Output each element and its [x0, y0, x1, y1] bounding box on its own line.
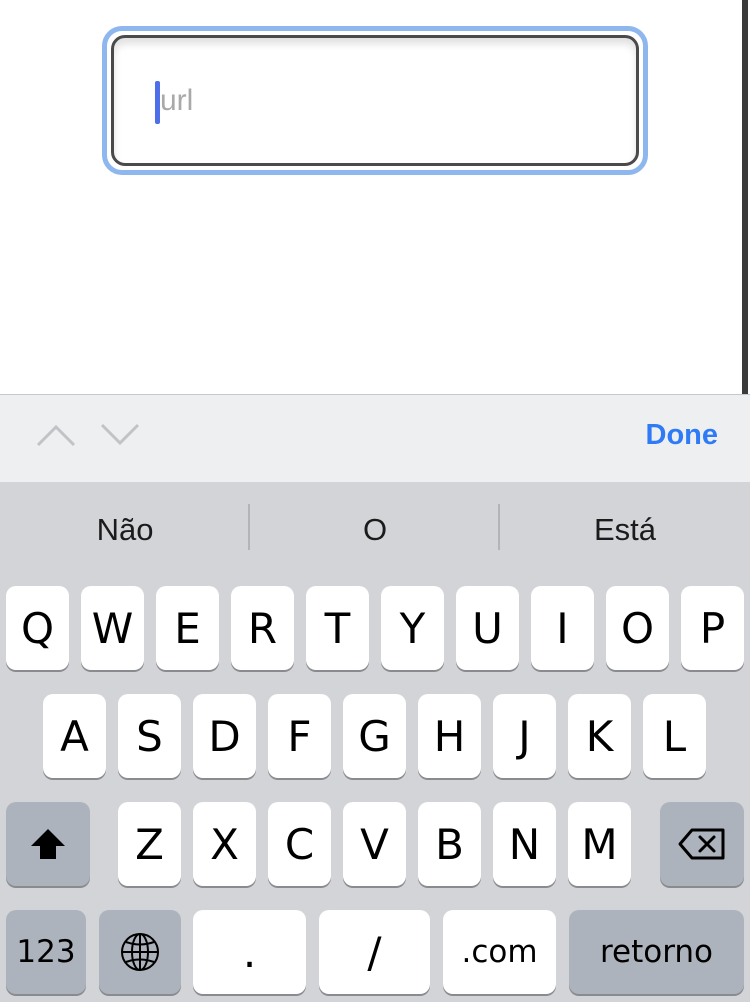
globe-key[interactable]	[99, 910, 181, 994]
key-k[interactable]: K	[568, 694, 631, 778]
key-a[interactable]: A	[43, 694, 106, 778]
shift-key[interactable]	[6, 802, 90, 886]
key-y[interactable]: Y	[381, 586, 444, 670]
url-input[interactable]: url	[111, 35, 639, 166]
suggestion-bar: Não O Está	[0, 482, 750, 582]
suggestion-item[interactable]: Está	[500, 512, 750, 548]
key-n[interactable]: N	[493, 802, 556, 886]
key-g[interactable]: G	[343, 694, 406, 778]
key-c[interactable]: C	[268, 802, 331, 886]
url-field-focus-ring: url	[102, 26, 648, 175]
numbers-key[interactable]: 123	[6, 910, 86, 994]
backspace-icon	[678, 828, 726, 860]
key-u[interactable]: U	[456, 586, 519, 670]
return-key[interactable]: retorno	[569, 910, 744, 994]
key-v[interactable]: V	[343, 802, 406, 886]
key-f[interactable]: F	[268, 694, 331, 778]
screen: url Done Não O Está Q W E R T Y U I O P	[0, 0, 750, 1002]
text-caret	[155, 81, 160, 124]
key-d[interactable]: D	[193, 694, 256, 778]
dotcom-key[interactable]: .com	[443, 910, 556, 994]
slash-key[interactable]: /	[319, 910, 430, 994]
key-e[interactable]: E	[156, 586, 219, 670]
suggestion-item[interactable]: O	[250, 512, 500, 548]
key-t[interactable]: T	[306, 586, 369, 670]
chevron-up-icon[interactable]	[34, 417, 78, 453]
suggestion-item[interactable]: Não	[0, 512, 250, 548]
key-j[interactable]: J	[493, 694, 556, 778]
chevron-down-icon[interactable]	[98, 417, 142, 453]
key-x[interactable]: X	[193, 802, 256, 886]
url-placeholder: url	[160, 83, 194, 117]
backspace-key[interactable]	[660, 802, 744, 886]
dot-key[interactable]: .	[193, 910, 306, 994]
key-z[interactable]: Z	[118, 802, 181, 886]
key-m[interactable]: M	[568, 802, 631, 886]
globe-icon	[120, 932, 160, 972]
scrollbar[interactable]	[742, 0, 748, 394]
key-l[interactable]: L	[643, 694, 706, 778]
key-w[interactable]: W	[81, 586, 144, 670]
key-b[interactable]: B	[418, 802, 481, 886]
shift-arrow-icon	[29, 827, 67, 861]
key-p[interactable]: P	[681, 586, 744, 670]
key-s[interactable]: S	[118, 694, 181, 778]
key-r[interactable]: R	[231, 586, 294, 670]
done-button[interactable]: Done	[646, 419, 719, 452]
web-content: url	[0, 0, 750, 394]
key-o[interactable]: O	[606, 586, 669, 670]
keyboard-accessory-bar: Done	[0, 394, 750, 482]
key-h[interactable]: H	[418, 694, 481, 778]
key-i[interactable]: I	[531, 586, 594, 670]
key-q[interactable]: Q	[6, 586, 69, 670]
keyboard: Não O Está Q W E R T Y U I O P A S D F G…	[0, 482, 750, 1002]
